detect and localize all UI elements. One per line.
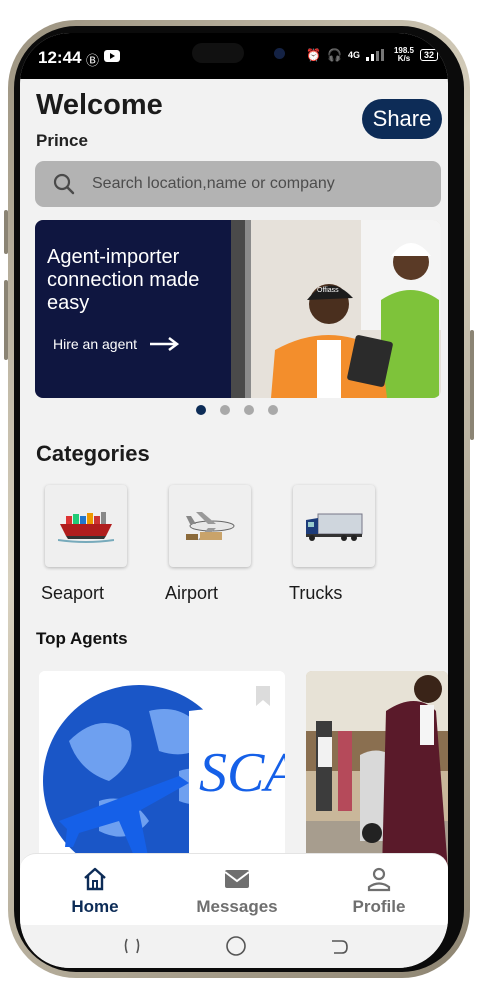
banner-photo: Offiass [231,220,441,398]
person-icon [367,867,391,892]
nav-home-label: Home [71,897,119,916]
system-navigation [20,925,448,968]
carousel-dot[interactable] [196,405,206,415]
agent-card[interactable]: SCA [39,671,285,871]
hire-agent-link[interactable]: Hire an agent [53,336,180,352]
back-icon[interactable] [328,935,350,957]
nav-profile-label: Profile [352,897,406,916]
headphones-icon: 🎧 [326,48,342,62]
top-agents-heading: Top Agents [36,629,128,648]
agent-photo-image [306,671,448,871]
category-seaport-tile[interactable] [45,485,127,567]
category-seaport-label[interactable]: Seaport [41,583,104,604]
network-type: 4G [347,50,360,60]
youtube-icon [104,50,120,65]
mail-icon [224,870,250,888]
user-name: Prince [36,131,88,150]
airplane-icon [186,512,235,540]
speed-unit: K/s [397,54,411,63]
carousel-indicator [196,405,278,415]
home-system-icon[interactable] [225,935,247,957]
power-button [470,330,474,440]
banner-headline: Agent-importer connection made easy [47,246,200,314]
search-input[interactable] [90,174,424,194]
category-airport-tile[interactable] [169,485,251,567]
carousel-dot[interactable] [268,405,278,415]
recents-icon[interactable] [122,935,142,957]
network-speed: 198.5 K/s [394,47,414,63]
agent-card[interactable] [306,671,448,871]
agent-logo-text: SCA [199,742,285,804]
category-airport-label[interactable]: Airport [165,583,218,604]
arrow-right-icon [150,337,180,351]
sensor-pill [192,43,244,63]
front-camera [274,48,285,59]
share-button[interactable]: Share [362,99,442,139]
status-bar: 12:44 Ⓑ ⏰ 🎧 4G 198.5 K/s 32 [20,33,448,79]
category-trucks-tile[interactable] [293,485,375,567]
search-bar[interactable] [35,161,441,207]
carousel-dot[interactable] [244,405,254,415]
search-icon [53,173,75,195]
hire-agent-label: Hire an agent [53,336,138,352]
categories-heading: Categories [36,441,150,466]
app-screen: 12:44 Ⓑ ⏰ 🎧 4G 198.5 K/s 32 Welcome Prin… [20,33,448,968]
nav-home[interactable]: Home [40,866,150,917]
ship-icon [58,512,114,543]
nav-messages-label: Messages [196,897,278,916]
cap-logo-text: Offiass [317,287,339,294]
promo-banner[interactable]: Agent-importer connection made easy Hire… [35,220,441,398]
vpn-b-icon: Ⓑ [86,53,100,68]
truck-icon [306,513,363,541]
banner-text-panel: Agent-importer connection made easy Hire… [35,220,231,398]
status-time: 12:44 [38,48,82,67]
nav-messages[interactable]: Messages [182,866,292,917]
nav-profile[interactable]: Profile [324,866,434,917]
bottom-navigation: Home Messages Profile [20,853,448,926]
volume-down-button [4,280,8,360]
status-right: ⏰ 🎧 4G 198.5 K/s 32 [306,47,438,63]
carousel-dot[interactable] [220,405,230,415]
battery-icon: 32 [419,49,438,61]
signal-icon [365,49,384,61]
volume-up-button [4,210,8,254]
camera-notch [170,33,306,71]
alarm-icon: ⏰ [306,48,321,62]
category-trucks-label[interactable]: Trucks [289,583,342,604]
bookmark-icon[interactable] [255,685,271,707]
home-icon [84,867,106,891]
agent-logo-image: SCA [39,671,285,871]
page-title: Welcome [36,89,163,121]
